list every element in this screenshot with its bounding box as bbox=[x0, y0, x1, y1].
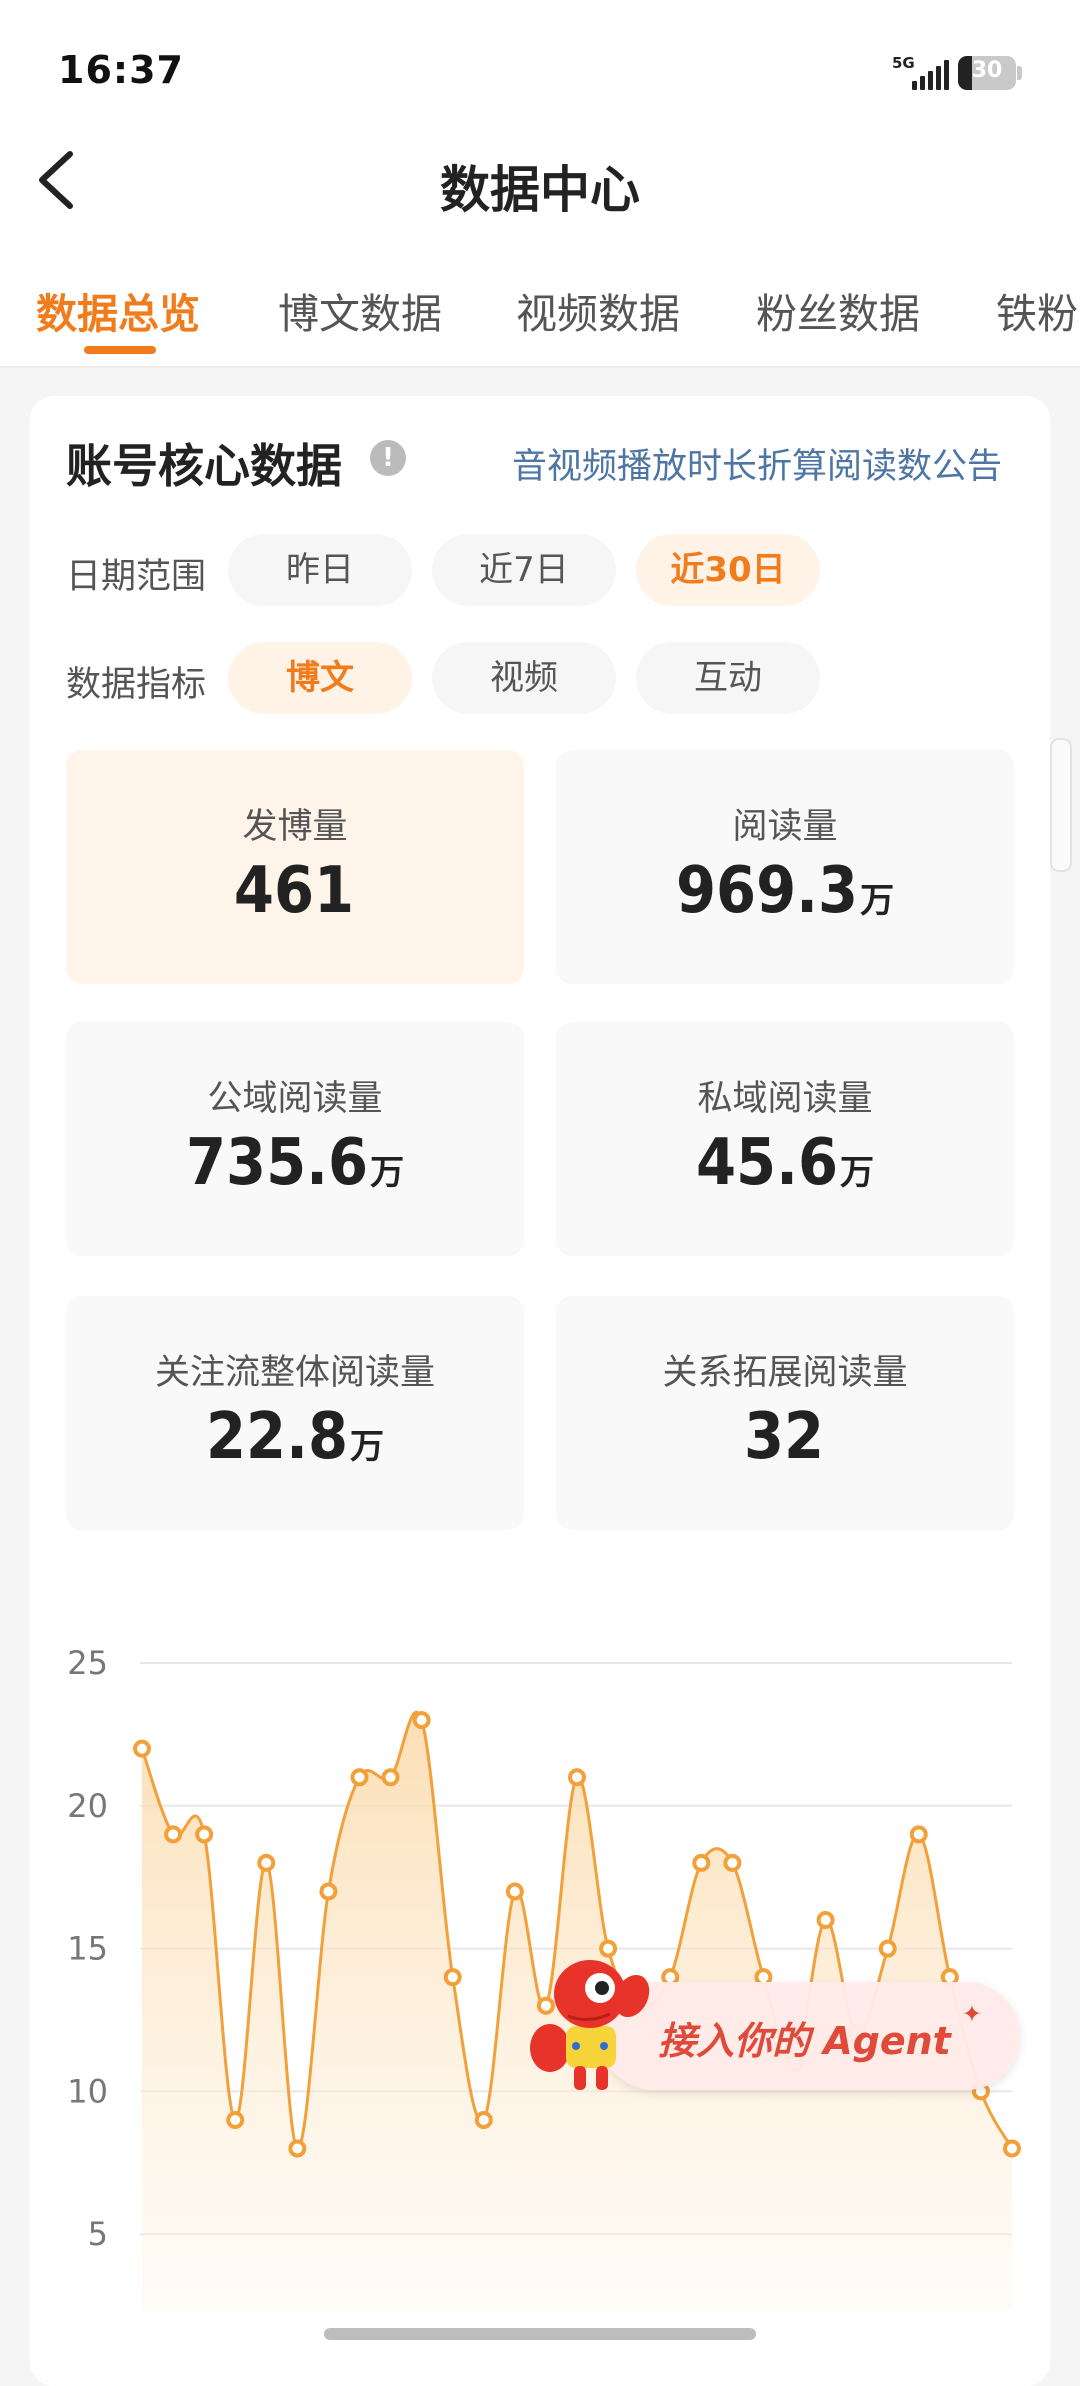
battery-icon: 30 bbox=[958, 56, 1016, 90]
stat-value: 461 bbox=[233, 854, 355, 928]
info-icon[interactable]: ! bbox=[370, 440, 406, 476]
data-point[interactable] bbox=[381, 1768, 400, 1787]
data-point[interactable] bbox=[133, 1739, 151, 1758]
metric-label: 数据指标 bbox=[66, 665, 207, 705]
stat-value: 735.6 bbox=[185, 1126, 369, 1200]
y-tick-label: 10 bbox=[67, 2072, 108, 2110]
stat-value: 22.8 bbox=[205, 1400, 349, 1474]
stat-unit: 万 bbox=[370, 1153, 405, 1193]
battery-level: 30 bbox=[971, 58, 1003, 83]
data-point[interactable] bbox=[257, 1853, 276, 1872]
tab-overview[interactable]: 数据总览 bbox=[36, 280, 200, 340]
stat-unit: 万 bbox=[350, 1427, 385, 1467]
home-indicator[interactable] bbox=[324, 2328, 756, 2340]
section-title: 账号核心数据 bbox=[66, 439, 342, 493]
tab-videos[interactable]: 视频数据 bbox=[516, 280, 680, 340]
status-time: 16:37 bbox=[58, 48, 184, 92]
data-point[interactable] bbox=[1003, 2139, 1021, 2158]
metric-video-button[interactable]: 视频 bbox=[432, 642, 616, 714]
y-tick-label: 25 bbox=[67, 1644, 108, 1682]
tab-fans[interactable]: 粉丝数据 bbox=[756, 280, 920, 340]
data-point[interactable] bbox=[909, 1825, 928, 1844]
stat-unit: 万 bbox=[860, 881, 895, 921]
stat-card-relation-reads[interactable]: 关系拓展阅读量 32 bbox=[556, 1296, 1014, 1530]
stat-label: 阅读量 bbox=[732, 807, 838, 847]
data-point[interactable] bbox=[226, 2110, 245, 2129]
data-point[interactable] bbox=[692, 1853, 711, 1872]
stat-card-posts[interactable]: 发博量 461 bbox=[66, 750, 524, 984]
data-point[interactable] bbox=[164, 1825, 183, 1844]
stat-label: 发博量 bbox=[242, 807, 348, 847]
y-tick-label: 15 bbox=[67, 1930, 108, 1968]
data-point[interactable] bbox=[443, 1968, 462, 1987]
date-range-label: 日期范围 bbox=[66, 557, 207, 597]
date-7days-button[interactable]: 近7日 bbox=[432, 534, 616, 606]
data-point[interactable] bbox=[816, 1911, 835, 1930]
scroll-indicator[interactable] bbox=[1050, 738, 1072, 872]
stat-value: 969.3 bbox=[675, 854, 859, 928]
data-point[interactable] bbox=[412, 1711, 431, 1730]
data-point[interactable] bbox=[319, 1882, 338, 1901]
stat-label: 关系拓展阅读量 bbox=[662, 1353, 908, 1393]
data-point[interactable] bbox=[474, 2110, 493, 2129]
y-tick-label: 20 bbox=[67, 1787, 108, 1825]
stat-label: 关注流整体阅读量 bbox=[154, 1353, 435, 1393]
data-point[interactable] bbox=[568, 1768, 586, 1787]
playback-notice-link[interactable]: 音视频播放时长折算阅读数公告 bbox=[512, 438, 1002, 489]
signal-icon bbox=[912, 60, 950, 90]
stat-value: 32 bbox=[743, 1400, 825, 1474]
tab-posts[interactable]: 博文数据 bbox=[278, 280, 442, 340]
date-yesterday-button[interactable]: 昨日 bbox=[228, 534, 412, 606]
metric-interaction-button[interactable]: 互动 bbox=[636, 642, 820, 714]
battery-cap bbox=[1017, 66, 1022, 80]
stat-label: 私域阅读量 bbox=[697, 1079, 873, 1119]
stat-card-reads[interactable]: 阅读量 969.3万 bbox=[556, 750, 1014, 984]
data-point[interactable] bbox=[505, 1882, 524, 1901]
stat-unit: 万 bbox=[840, 1153, 875, 1193]
stat-label: 公域阅读量 bbox=[207, 1079, 383, 1119]
stat-value: 45.6 bbox=[695, 1126, 839, 1200]
data-point[interactable] bbox=[878, 1939, 897, 1958]
stat-card-private-reads[interactable]: 私域阅读量 45.6万 bbox=[556, 1022, 1014, 1256]
lobster-mascot-icon[interactable] bbox=[514, 1948, 664, 2098]
data-point[interactable] bbox=[723, 1853, 742, 1872]
y-tick-label: 5 bbox=[88, 2215, 108, 2253]
stat-card-following-feed-reads[interactable]: 关注流整体阅读量 22.8万 bbox=[66, 1296, 524, 1530]
agent-banner-text: 接入你的 Agent bbox=[658, 2019, 951, 2063]
tab-iron-fans[interactable]: 铁粉 bbox=[996, 280, 1078, 340]
data-point[interactable] bbox=[195, 1825, 214, 1844]
data-point[interactable] bbox=[288, 2139, 307, 2158]
page-title: 数据中心 bbox=[440, 161, 640, 219]
tab-bar: 数据总览 博文数据 视频数据 粉丝数据 铁粉 bbox=[0, 270, 1080, 360]
data-point[interactable] bbox=[350, 1768, 369, 1787]
active-tab-indicator bbox=[84, 346, 156, 354]
metric-posts-button[interactable]: 博文 bbox=[228, 642, 412, 714]
stat-card-public-reads[interactable]: 公域阅读量 735.6万 bbox=[66, 1022, 524, 1256]
date-30days-button[interactable]: 近30日 bbox=[636, 534, 820, 606]
sparkle-icon: ✦ bbox=[961, 2000, 982, 2028]
